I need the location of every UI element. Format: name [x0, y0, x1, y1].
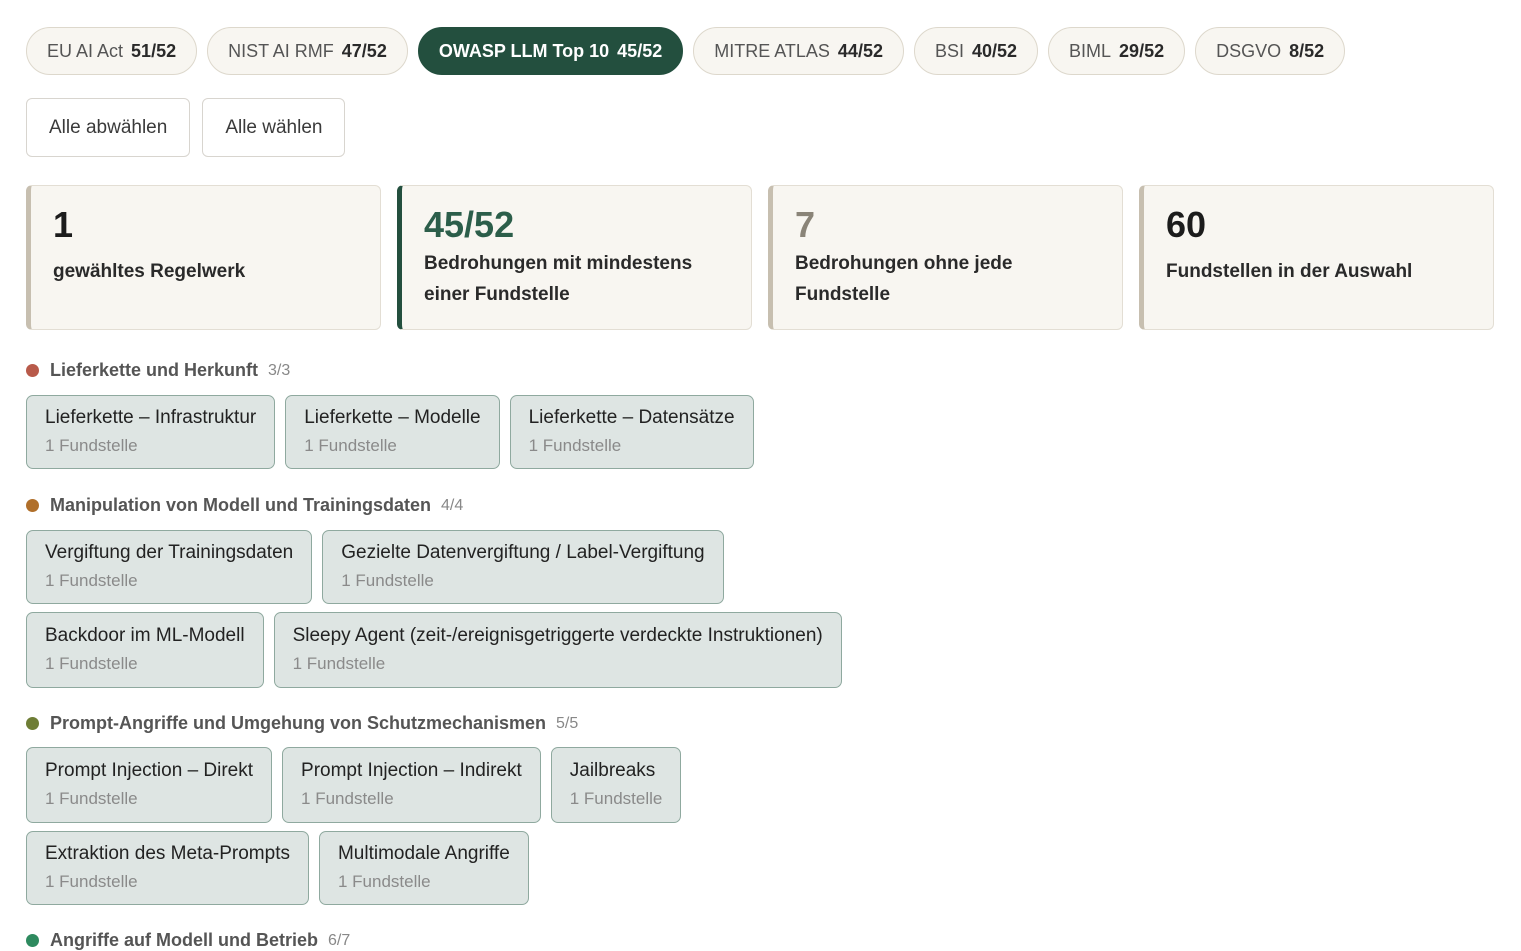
- threat-title: Prompt Injection – Direkt: [45, 760, 254, 781]
- filter-chip-label: OWASP LLM Top 10: [438, 40, 610, 61]
- group-color-dot: [26, 499, 39, 512]
- threat-tag-ml-backdoor[interactable]: Backdoor im ML-Modell 1 Fundstelle: [26, 612, 264, 688]
- filter-chip-label: EU AI Act: [47, 40, 124, 61]
- threat-title: Jailbreaks: [569, 760, 656, 781]
- deselect-all-button[interactable]: Alle abwählen: [26, 98, 191, 157]
- threat-findings: 1 Fundstelle: [292, 654, 386, 673]
- threat-tag-label-poisoning[interactable]: Gezielte Datenvergiftung / Label-Vergift…: [322, 530, 724, 604]
- threat-title: Prompt Injection – Indirekt: [301, 760, 522, 781]
- selection-actions: Alle abwählen Alle wählen: [26, 98, 346, 157]
- threat-findings: 1 Fundstelle: [45, 872, 138, 891]
- stat-value: 7: [795, 204, 816, 245]
- threat-title: Multimodale Angriffe: [337, 843, 510, 864]
- stat-label: Bedrohungen mit mindestens einer Fundste…: [424, 253, 693, 305]
- threat-title: Sleepy Agent (zeit-/ereignisgetriggerte …: [292, 625, 823, 646]
- stat-label: gewähltes Regelwerk: [53, 261, 246, 282]
- stat-value: 1: [53, 204, 74, 245]
- threat-findings: 1 Fundstelle: [45, 436, 138, 455]
- threat-row: Backdoor im ML-Modell 1 Fundstelle Sleep…: [26, 612, 842, 688]
- threat-row: Prompt Injection – Direkt 1 Fundstelle P…: [26, 747, 682, 823]
- filter-chip-count: 29/52: [1119, 40, 1165, 61]
- threat-title: Lieferkette – Datensätze: [528, 407, 735, 428]
- group-header-model-operation-attacks: Angriffe auf Modell und Betrieb 6/7: [26, 930, 350, 951]
- stat-value: 45/52: [424, 204, 515, 245]
- filter-chip-label: DSGVO: [1216, 40, 1282, 61]
- stat-card-selected-frameworks: 1 gewähltes Regelwerk: [26, 185, 381, 330]
- threat-findings: 1 Fundstelle: [45, 789, 138, 808]
- stat-card-covered-threats: 45/52 Bedrohungen mit mindestens einer F…: [397, 185, 752, 330]
- group-title: Prompt-Angriffe und Umgehung von Schutzm…: [50, 713, 547, 733]
- group-title: Angriffe auf Modell und Betrieb: [50, 930, 318, 950]
- group-header-supply-chain: Lieferkette und Herkunft 3/3: [26, 360, 290, 381]
- threat-tag-training-data-poisoning[interactable]: Vergiftung der Trainingsdaten 1 Fundstel…: [26, 530, 313, 604]
- framework-filter-bar: EU AI Act 51/52 NIST AI RMF 47/52 OWASP LL…: [26, 27, 1346, 75]
- threat-tag-prompt-injection-direct[interactable]: Prompt Injection – Direkt 1 Fundstelle: [26, 747, 273, 823]
- threat-findings: 1 Fundstelle: [304, 436, 397, 455]
- threat-tag-supply-chain-models[interactable]: Lieferkette – Modelle 1 Fundstelle: [285, 395, 500, 469]
- filter-chip-label: MITRE ATLAS: [714, 40, 830, 61]
- threat-title: Lieferkette – Modelle: [304, 407, 481, 428]
- group-count: 4/4: [441, 496, 464, 514]
- select-all-button[interactable]: Alle wählen: [202, 98, 346, 157]
- filter-chip-bsi[interactable]: BSI 40/52: [913, 27, 1039, 75]
- filter-chip-count: 8/52: [1289, 40, 1325, 61]
- threat-title: Extraktion des Meta-Prompts: [45, 843, 290, 864]
- group-count: 3/3: [268, 361, 291, 379]
- group-count: 6/7: [328, 931, 351, 949]
- threat-findings: 1 Fundstelle: [301, 789, 394, 808]
- filter-chip-count: 51/52: [131, 40, 177, 61]
- stat-label: Fundstellen in der Auswahl: [1166, 261, 1413, 282]
- group-color-dot: [26, 364, 39, 377]
- threat-tag-supply-chain-infrastructure[interactable]: Lieferkette – Infrastruktur 1 Fundstelle: [26, 395, 276, 469]
- stat-card-uncovered-threats: 7 Bedrohungen ohne jede Fundstelle: [768, 185, 1123, 330]
- threat-findings: 1 Fundstelle: [45, 654, 138, 673]
- threat-row: Extraktion des Meta-Prompts 1 Fundstelle…: [26, 831, 529, 905]
- filter-chip-eu-ai-act[interactable]: EU AI Act 51/52: [26, 27, 198, 75]
- group-count: 5/5: [556, 714, 579, 732]
- stat-label: Bedrohungen ohne jede Fundstelle: [795, 253, 1013, 305]
- threat-tag-meta-prompt-extraction[interactable]: Extraktion des Meta-Prompts 1 Fundstelle: [26, 831, 309, 905]
- group-header-prompt-attacks: Prompt-Angriffe und Umgehung von Schutzm…: [26, 713, 578, 734]
- filter-chip-biml[interactable]: BIML 29/52: [1048, 27, 1186, 75]
- threat-title: Gezielte Datenvergiftung / Label-Vergift…: [341, 542, 705, 563]
- group-title: Lieferkette und Herkunft: [50, 360, 259, 380]
- group-header-model-data-manipulation: Manipulation von Modell und Trainingsdat…: [26, 495, 463, 516]
- threat-findings: 1 Fundstelle: [569, 789, 663, 808]
- threat-title: Vergiftung der Trainingsdaten: [45, 542, 294, 563]
- threat-row: Vergiftung der Trainingsdaten 1 Fundstel…: [26, 530, 724, 604]
- filter-chip-mitre-atlas[interactable]: MITRE ATLAS 44/52: [693, 27, 904, 75]
- threat-title: Backdoor im ML-Modell: [45, 625, 245, 646]
- filter-chip-count: 47/52: [341, 40, 387, 61]
- threat-tag-sleepy-agent[interactable]: Sleepy Agent (zeit-/ereignisgetriggerte …: [273, 612, 842, 688]
- threat-tag-multimodal-attacks[interactable]: Multimodale Angriffe 1 Fundstelle: [318, 831, 529, 905]
- group-title: Manipulation von Modell und Trainingsdat…: [50, 495, 431, 515]
- threat-tag-jailbreaks[interactable]: Jailbreaks 1 Fundstelle: [550, 747, 682, 823]
- threat-title: Lieferkette – Infrastruktur: [45, 407, 257, 428]
- filter-chip-dsgvo[interactable]: DSGVO 8/52: [1195, 27, 1346, 75]
- stat-card-findings: 60 Fundstellen in der Auswahl: [1139, 185, 1494, 330]
- summary-stats: 1 gewähltes Regelwerk 45/52 Bedrohungen …: [26, 185, 1494, 330]
- filter-chip-count: 40/52: [971, 40, 1018, 61]
- filter-chip-count: 44/52: [837, 40, 883, 61]
- filter-chip-nist-ai-rmf[interactable]: NIST AI RMF 47/52: [207, 27, 408, 75]
- threat-findings: 1 Fundstelle: [45, 571, 138, 590]
- threat-row: Lieferkette – Infrastruktur 1 Fundstelle…: [26, 395, 754, 469]
- filter-chip-owasp-llm-top-10[interactable]: OWASP LLM Top 10 45/52: [417, 27, 684, 75]
- group-color-dot: [26, 934, 39, 947]
- threat-tag-prompt-injection-indirect[interactable]: Prompt Injection – Indirekt 1 Fundstelle: [282, 747, 541, 823]
- group-color-dot: [26, 717, 39, 730]
- threat-findings: 1 Fundstelle: [528, 436, 622, 455]
- filter-chip-label: BSI: [934, 40, 964, 61]
- stat-value: 60: [1166, 204, 1207, 245]
- filter-chip-label: NIST AI RMF: [228, 40, 334, 61]
- threat-findings: 1 Fundstelle: [341, 571, 434, 590]
- threat-tag-supply-chain-datasets[interactable]: Lieferkette – Datensätze 1 Fundstelle: [509, 395, 754, 469]
- filter-chip-label: BIML: [1069, 40, 1112, 61]
- filter-chip-count: 45/52: [617, 40, 663, 61]
- threat-findings: 1 Fundstelle: [337, 872, 431, 891]
